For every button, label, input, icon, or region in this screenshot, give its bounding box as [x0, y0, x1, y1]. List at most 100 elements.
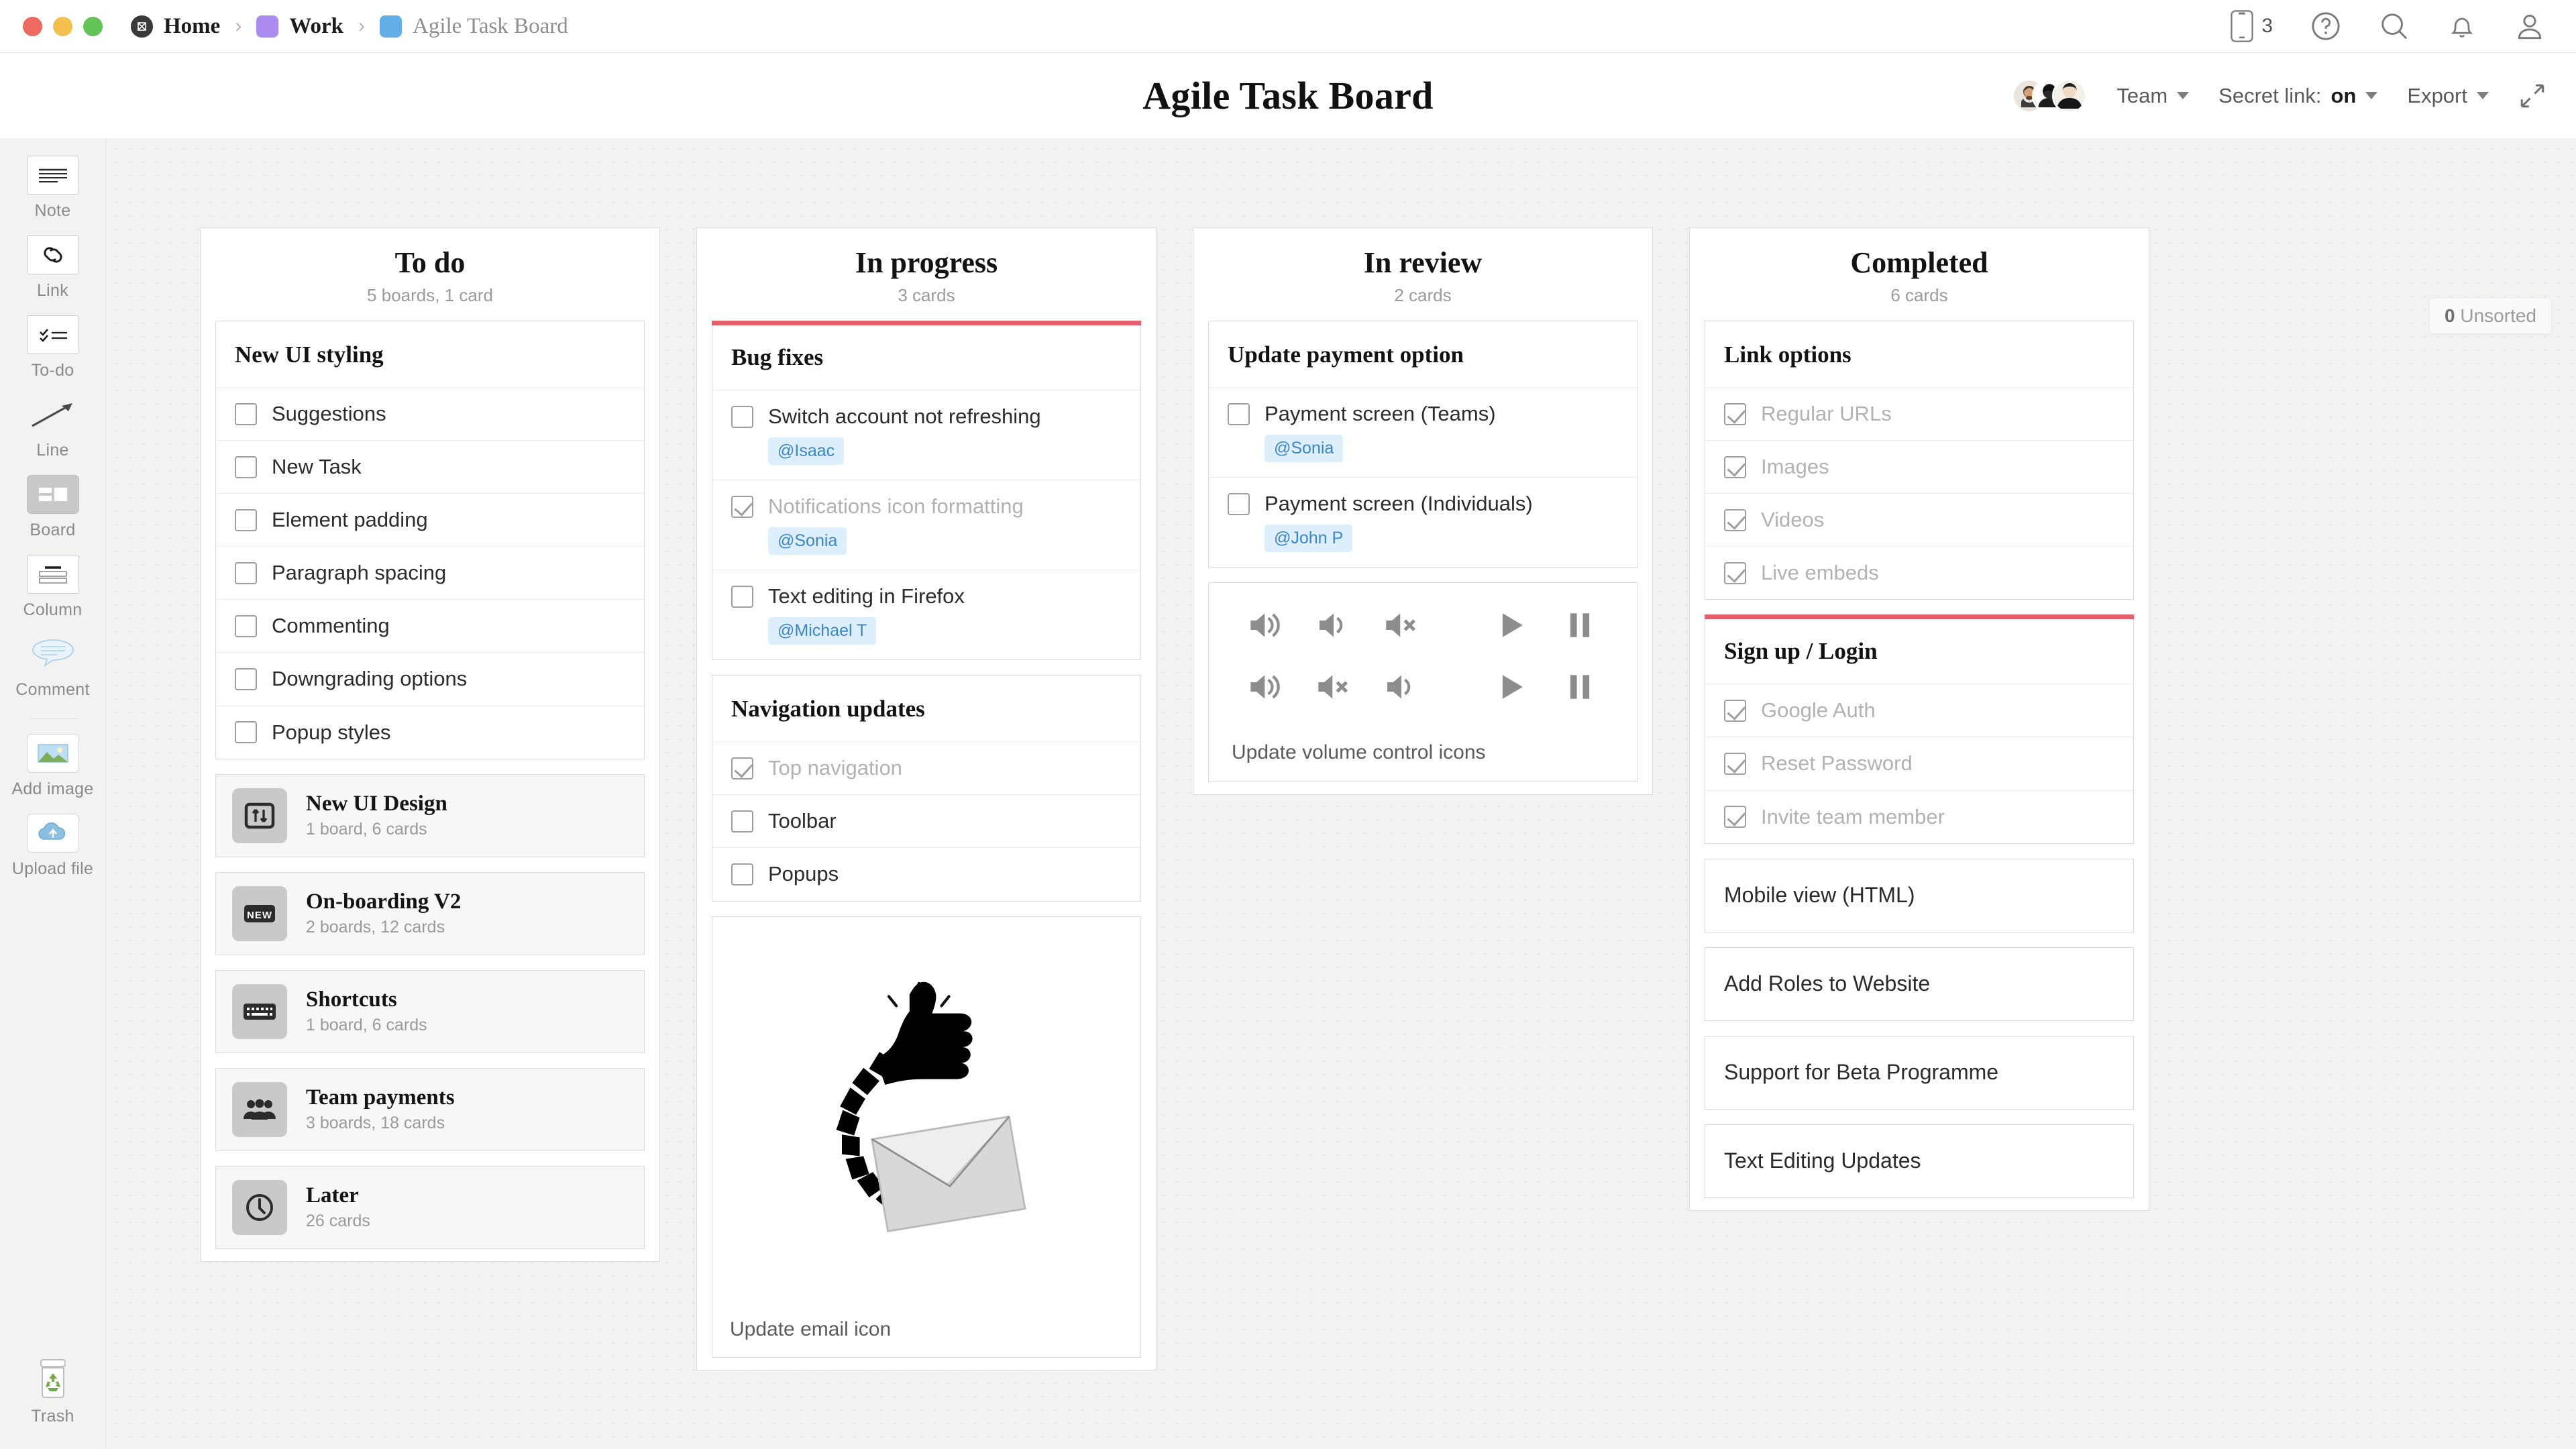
checkbox[interactable] [235, 561, 257, 584]
board-column-todo[interactable]: To do 5 boards, 1 card New UI styling Su… [200, 227, 660, 1262]
sidebar-item-note[interactable]: Note [0, 156, 106, 221]
sidebar-item-upload-file[interactable]: Upload file [0, 814, 106, 879]
checkbox[interactable] [1724, 806, 1746, 828]
account-icon[interactable] [2514, 11, 2545, 42]
window-controls[interactable] [23, 16, 103, 36]
todo-item[interactable]: Suggestions [216, 387, 644, 440]
checkbox[interactable] [731, 863, 753, 886]
sidebar-item-comment[interactable]: Comment [0, 635, 106, 700]
sidebar-item-todo[interactable]: To-do [0, 315, 106, 380]
note-card[interactable]: Support for Beta Programme [1705, 1035, 2134, 1110]
checklist-card[interactable]: New UI styling Suggestions New Task Elem… [215, 321, 645, 759]
image-card[interactable]: Update email icon [712, 916, 1141, 1358]
icons-image-card[interactable]: Update volume control icons [1208, 582, 1638, 783]
todo-item[interactable]: Element padding [216, 493, 644, 546]
todo-item[interactable]: Switch account not refreshing @Isaac [712, 390, 1140, 480]
checkbox[interactable] [235, 668, 257, 691]
board-link-card[interactable]: Team payments 3 boards, 18 cards [215, 1067, 645, 1151]
sidebar-item-board[interactable]: Board [0, 475, 106, 540]
todo-item[interactable]: Payment screen (Teams) @Sonia [1209, 387, 1637, 477]
checkbox[interactable] [1228, 492, 1250, 515]
sidebar-item-column[interactable]: Column [0, 555, 106, 620]
todo-item[interactable]: Reset Password [1705, 737, 2133, 790]
sidebar-item-link[interactable]: Link [0, 235, 106, 301]
note-card[interactable]: Text Editing Updates [1705, 1124, 2134, 1198]
mention-tag[interactable]: @John P [1265, 525, 1353, 553]
board-link-card[interactable]: Later 26 cards [215, 1165, 645, 1249]
unsorted-badge[interactable]: 0 Unsorted [2429, 298, 2552, 334]
board-link-card[interactable]: Shortcuts 1 board, 6 cards [215, 969, 645, 1053]
checkbox[interactable] [235, 721, 257, 744]
checklist-card[interactable]: Sign up / Login Google Auth Reset Passwo… [1705, 614, 2134, 844]
checkbox[interactable] [1724, 508, 1746, 531]
checkbox[interactable] [1724, 699, 1746, 722]
board-column-in-review[interactable]: In review 2 cards Update payment option … [1193, 227, 1653, 796]
mention-tag[interactable]: @Sonia [768, 527, 847, 555]
todo-item[interactable]: Toolbar [712, 794, 1140, 847]
todo-item[interactable]: Regular URLs [1705, 387, 2133, 440]
todo-item[interactable]: Videos [1705, 493, 2133, 546]
sidebar-item-add-image[interactable]: Add image [0, 734, 106, 799]
checklist-card[interactable]: Navigation updates Top navigation Toolba… [712, 675, 1141, 902]
secret-link-menu-button[interactable]: Secret link: on [2218, 84, 2378, 108]
help-icon[interactable] [2310, 11, 2341, 42]
checkbox[interactable] [731, 757, 753, 780]
zoom-window-button[interactable] [83, 16, 103, 36]
breadcrumb-item-home[interactable]: Home [131, 14, 220, 39]
breadcrumb-item-current[interactable]: Agile Task Board [380, 14, 568, 39]
checkbox[interactable] [731, 810, 753, 833]
checkbox[interactable] [1724, 753, 1746, 775]
mention-tag[interactable]: @Sonia [1265, 435, 1344, 463]
search-icon[interactable] [2379, 11, 2410, 42]
checkbox[interactable] [1724, 561, 1746, 584]
mention-tag[interactable]: @Michael T [768, 617, 877, 645]
checkbox[interactable] [731, 495, 753, 518]
todo-item[interactable]: Top navigation [712, 741, 1140, 794]
checkbox[interactable] [1228, 402, 1250, 425]
board-canvas[interactable]: 0 Unsorted To do 5 boards, 1 card New UI… [106, 138, 2576, 1449]
checkbox[interactable] [1724, 402, 1746, 425]
checkbox[interactable] [235, 614, 257, 637]
todo-item[interactable]: Payment screen (Individuals) @John P [1209, 477, 1637, 567]
close-window-button[interactable] [23, 16, 42, 36]
avatar[interactable] [2052, 78, 2088, 113]
export-menu-button[interactable]: Export [2407, 84, 2489, 108]
notifications-icon[interactable] [2447, 11, 2477, 42]
board-link-card[interactable]: New UI Design 1 board, 6 cards [215, 773, 645, 857]
checklist-card[interactable]: Link options Regular URLs Images Videos … [1705, 321, 2134, 600]
team-menu-button[interactable]: Team [2116, 84, 2190, 108]
minimize-window-button[interactable] [53, 16, 72, 36]
todo-item[interactable]: Notifications icon formatting @Sonia [712, 480, 1140, 570]
sidebar-item-line[interactable]: Line [0, 395, 106, 460]
checklist-card[interactable]: Update payment option Payment screen (Te… [1208, 321, 1638, 568]
note-card[interactable]: Mobile view (HTML) [1705, 858, 2134, 932]
todo-item[interactable]: Commenting [216, 599, 644, 652]
checkbox[interactable] [1724, 455, 1746, 478]
sidebar-item-trash[interactable]: Trash [0, 1359, 106, 1426]
todo-item[interactable]: Popups [712, 847, 1140, 900]
todo-item[interactable]: Downgrading options [216, 652, 644, 705]
todo-item[interactable]: Text editing in Firefox @Michael T [712, 570, 1140, 659]
todo-item[interactable]: Live embeds [1705, 546, 2133, 599]
mobile-icon[interactable]: 3 [2231, 10, 2273, 42]
todo-item[interactable]: Images [1705, 440, 2133, 493]
board-link-card[interactable]: NEW On-boarding V2 2 boards, 12 cards [215, 871, 645, 955]
breadcrumb-item-work[interactable]: Work [256, 14, 343, 39]
checkbox[interactable] [235, 402, 257, 425]
expand-icon[interactable] [2518, 82, 2546, 110]
team-avatars[interactable] [2012, 76, 2088, 115]
todo-item[interactable]: Popup styles [216, 705, 644, 759]
checkbox[interactable] [731, 585, 753, 608]
board-column-in-progress[interactable]: In progress 3 cards Bug fixes Switch acc… [696, 227, 1157, 1371]
checklist-card[interactable]: Bug fixes Switch account not refreshing … [712, 321, 1141, 661]
board-column-completed[interactable]: Completed 6 cards Link options Regular U… [1689, 227, 2149, 1211]
checkbox[interactable] [235, 455, 257, 478]
todo-item[interactable]: Invite team member [1705, 790, 2133, 843]
checkbox[interactable] [235, 508, 257, 531]
checkbox[interactable] [731, 405, 753, 428]
note-card[interactable]: Add Roles to Website [1705, 947, 2134, 1021]
todo-item[interactable]: Paragraph spacing [216, 546, 644, 599]
todo-item[interactable]: New Task [216, 440, 644, 493]
todo-item[interactable]: Google Auth [1705, 684, 2133, 737]
mention-tag[interactable]: @Isaac [768, 437, 845, 466]
